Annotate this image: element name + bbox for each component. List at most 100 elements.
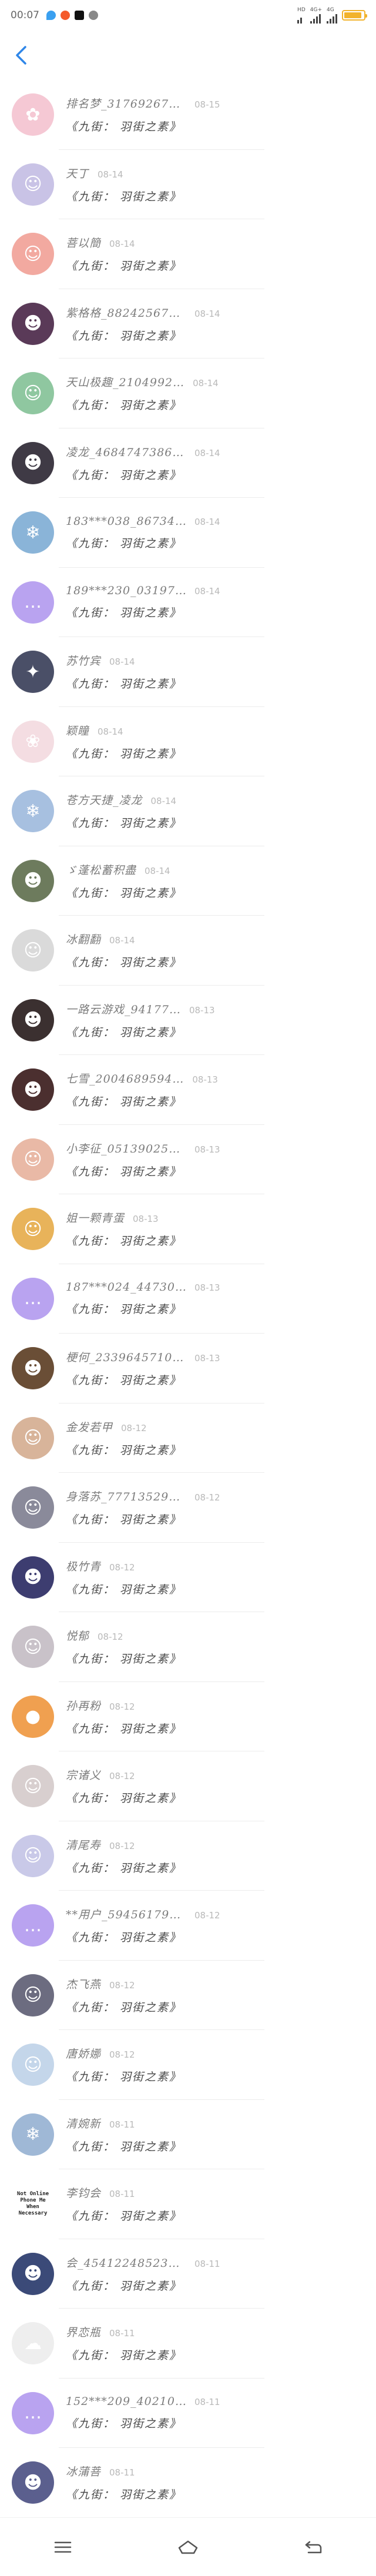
message-preview: 《九街： 羽街之素》 <box>66 468 182 482</box>
list-item[interactable]: ❄ 苍方天捷_凌龙 08-14 《九街： 羽街之素》 <box>0 776 376 846</box>
message-preview: 《九街： 羽街之素》 <box>66 2417 182 2431</box>
avatar[interactable]: ❄ <box>12 2113 54 2156</box>
avatar[interactable]: ☻ <box>12 859 54 902</box>
list-item[interactable]: … 189***230_03197058 08-14 《九街： 羽街之素》 <box>0 568 376 638</box>
user-name: 清尾寿 <box>66 1838 102 1852</box>
list-item[interactable]: ☺ 唐娇娜 08-12 《九街： 羽街之素》 <box>0 2030 376 2100</box>
message-preview: 《九街： 羽街之素》 <box>66 190 182 203</box>
list-item[interactable]: ☻ 梗何_23396457107… 08-13 《九街： 羽街之素》 <box>0 1334 376 1403</box>
avatar[interactable]: ❄ <box>12 511 54 554</box>
avatar[interactable]: ☻ <box>12 1068 54 1111</box>
conversation-list: ✿ 排名梦_3176926737… 08-15 《九街： 羽街之素》 ☺ 天丁 08-14 《… <box>0 80 376 2518</box>
name-line: 天丁 08-14 <box>66 165 182 181</box>
message-preview: 《九街： 羽街之素》 <box>66 1096 182 1109</box>
item-info: 152***209_4021013963 08-11 《九街： 羽街之素》 <box>66 2392 220 2434</box>
list-item[interactable]: ☺ 天山极趣_2104992… 08-14 《九街： 羽街之素》 <box>0 359 376 428</box>
avatar[interactable]: ❄ <box>12 790 54 833</box>
avatar[interactable]: ☻ <box>12 1347 54 1390</box>
avatar[interactable]: ☺ <box>12 372 54 415</box>
list-item[interactable]: ● 孙再粉 08-12 《九街： 羽街之素》 <box>0 1682 376 1752</box>
avatar[interactable]: ☻ <box>12 1556 54 1599</box>
avatar[interactable]: ☻ <box>12 2461 54 2504</box>
list-item[interactable]: ✦ 苏竹宾 08-14 《九街： 羽街之素》 <box>0 637 376 707</box>
item-info: 梗何_23396457107… 08-13 《九街： 羽街之素》 <box>66 1347 220 1389</box>
name-line: 极竹青 08-12 <box>66 1558 182 1574</box>
avatar[interactable]: … <box>12 581 54 624</box>
avatar-image-icon: ☺ <box>24 1218 42 1240</box>
avatar[interactable]: ● <box>12 1695 54 1738</box>
avatar[interactable]: Not Online Phone Me When Necessary <box>12 2183 54 2226</box>
avatar[interactable]: ☺ <box>12 233 54 276</box>
item-date: 08-12 <box>109 1979 135 1991</box>
avatar[interactable]: ☺ <box>12 1138 54 1181</box>
avatar[interactable]: ☺ <box>12 1416 54 1459</box>
list-item[interactable]: ☺ 菩以簡 08-14 《九街： 羽街之素》 <box>0 219 376 289</box>
list-item[interactable]: ☺ 小李征_0513902507… 08-13 《九街： 羽街之素》 <box>0 1125 376 1195</box>
item-date: 08-11 <box>109 2467 135 2478</box>
list-item[interactable]: ❀ 颖瞳 08-14 《九街： 羽街之素》 <box>0 707 376 777</box>
name-line: ゞ蓬松蓄积盡 08-14 <box>66 862 182 877</box>
list-item[interactable]: ☁ 界恋瓶 08-11 《九街： 羽街之素》 <box>0 2309 376 2379</box>
list-item[interactable]: ✿ 排名梦_3176926737… 08-15 《九街： 羽街之素》 <box>0 80 376 150</box>
list-item[interactable]: ☻ 冰蒲菩 08-11 《九街： 羽街之素》 <box>0 2448 376 2518</box>
list-item[interactable]: ☻ 凌龙_46847473867… 08-14 《九街： 羽街之素》 <box>0 428 376 498</box>
list-item[interactable]: Not Online Phone Me When Necessary 李钧会 08-… <box>0 2169 376 2239</box>
avatar[interactable]: ☻ <box>12 302 54 345</box>
avatar[interactable]: ✦ <box>12 651 54 694</box>
avatar[interactable]: ☺ <box>12 1765 54 1808</box>
list-item[interactable]: ❄ 清婉新 08-11 《九街： 羽街之素》 <box>0 2100 376 2170</box>
system-nav-bar <box>0 2517 376 2576</box>
list-item[interactable]: ☺ 姐一颗青蛋 08-13 《九街： 羽街之素》 <box>0 1194 376 1264</box>
avatar[interactable]: ☁ <box>12 2322 54 2365</box>
avatar[interactable]: ☻ <box>12 441 54 484</box>
menu-button[interactable] <box>39 2530 86 2565</box>
list-item[interactable]: ☺ 宗诸义 08-12 《九街： 羽街之素》 <box>0 1751 376 1821</box>
item-info: 天山极趣_2104992… 08-14 《九街： 羽街之素》 <box>66 372 219 414</box>
item-date: 08-12 <box>109 1840 135 1851</box>
avatar[interactable]: ☺ <box>12 1834 54 1877</box>
avatar[interactable]: ☻ <box>12 999 54 1041</box>
avatar[interactable]: ☺ <box>12 1626 54 1669</box>
list-item[interactable]: ☺ 杰飞燕 08-12 《九街： 羽街之素》 <box>0 1961 376 2031</box>
back-nav-button[interactable] <box>290 2530 337 2565</box>
avatar[interactable]: … <box>12 1277 54 1320</box>
list-item[interactable]: ☺ 天丁 08-14 《九街： 羽街之素》 <box>0 150 376 220</box>
item-info: 小李征_0513902507… 08-13 《九街： 羽街之素》 <box>66 1138 220 1181</box>
list-item[interactable]: ☻ ゞ蓬松蓄积盡 08-14 《九街： 羽街之素》 <box>0 846 376 916</box>
list-item[interactable]: … **用户_5945617964… 08-12 《九街： 羽街之素》 <box>0 1891 376 1961</box>
list-item[interactable]: ☺ 悦郁 08-12 《九街： 羽街之素》 <box>0 1612 376 1682</box>
list-item[interactable]: ☺ 清尾寿 08-12 《九街： 羽街之素》 <box>0 1821 376 1891</box>
avatar[interactable]: ☺ <box>12 2044 54 2086</box>
list-item[interactable]: ☺ 身落苏_7771352936… 08-12 《九街： 羽街之素》 <box>0 1473 376 1543</box>
message-preview: 《九街： 羽街之素》 <box>66 1165 182 1178</box>
avatar[interactable]: ☺ <box>12 163 54 206</box>
avatar[interactable]: ☺ <box>12 1486 54 1529</box>
list-item[interactable]: ☻ 七雪_2004689594… 08-13 《九街： 羽街之素》 <box>0 1055 376 1125</box>
list-item[interactable]: ☺ 金发若甲 08-12 《九街： 羽街之素》 <box>0 1403 376 1473</box>
list-item[interactable]: ☻ 紫格格_882425671… 08-14 《九街： 羽街之素》 <box>0 289 376 359</box>
list-item[interactable]: ☻ 一路云游戏_94177… 08-13 《九街： 羽街之素》 <box>0 986 376 1056</box>
avatar[interactable]: ☺ <box>12 929 54 972</box>
list-item[interactable]: ☺ 冰翻翻 08-14 《九街： 羽街之素》 <box>0 916 376 986</box>
avatar[interactable]: ❀ <box>12 720 54 763</box>
avatar[interactable]: ☺ <box>12 1208 54 1251</box>
avatar[interactable]: ☻ <box>12 2252 54 2295</box>
avatar-image-icon: ❀ <box>25 731 41 752</box>
avatar[interactable]: ✿ <box>12 93 54 136</box>
back-button[interactable] <box>4 38 39 73</box>
list-item[interactable]: … 152***209_4021013963 08-11 《九街： 羽街之素》 <box>0 2379 376 2448</box>
avatar-image-icon: ☻ <box>24 870 42 892</box>
user-name: 姐一颗青蛋 <box>66 1212 125 1225</box>
item-date: 08-14 <box>109 656 135 668</box>
list-item[interactable]: ❄ 183***038_8673425488 08-14 《九街： 羽街之素》 <box>0 498 376 568</box>
avatar[interactable]: … <box>12 2391 54 2434</box>
name-line: 凌龙_46847473867… 08-14 <box>66 444 220 460</box>
avatar[interactable]: ☺ <box>12 1974 54 2016</box>
list-item[interactable]: ☻ 会_4541224852364… 08-11 《九街： 羽街之素》 <box>0 2239 376 2309</box>
avatar[interactable]: … <box>12 1904 54 1947</box>
back-icon <box>306 2541 322 2553</box>
list-item[interactable]: ☻ 极竹青 08-12 《九街： 羽街之素》 <box>0 1543 376 1613</box>
item-info: 七雪_2004689594… 08-13 《九街： 羽街之素》 <box>66 1068 218 1111</box>
list-item[interactable]: … 187***024_4473050080 08-13 《九街： 羽街之素》 <box>0 1264 376 1334</box>
home-button[interactable] <box>164 2530 212 2565</box>
